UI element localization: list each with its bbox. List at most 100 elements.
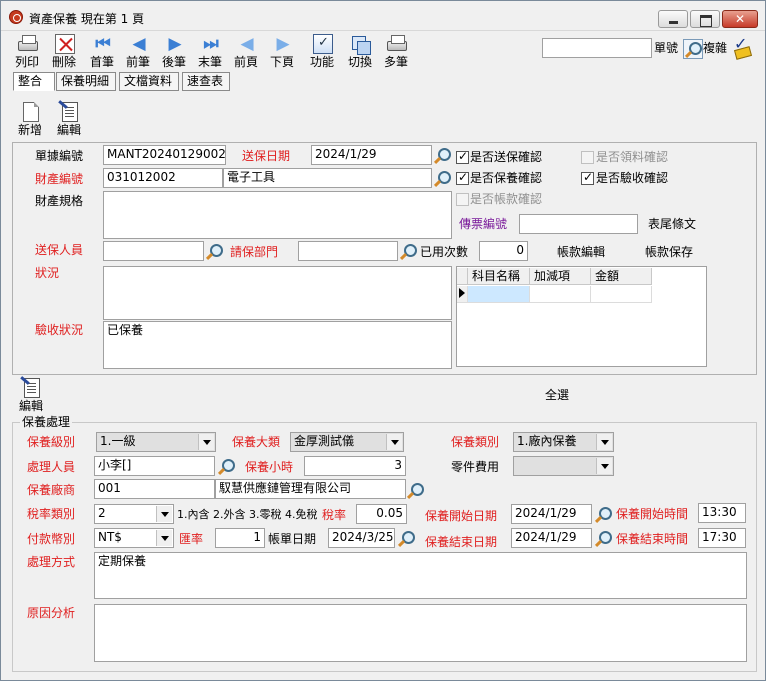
- grid-cell[interactable]: [530, 286, 591, 303]
- status-field[interactable]: [103, 266, 452, 320]
- sender-label: 送保人員: [35, 243, 84, 257]
- maximize-button[interactable]: [690, 10, 720, 28]
- type-select[interactable]: 1.廠內保養: [513, 432, 614, 452]
- last-icon: ⏭: [203, 34, 219, 54]
- switch-button[interactable]: 切換: [343, 33, 377, 71]
- start-time-field[interactable]: 13:30: [698, 503, 746, 523]
- level-select[interactable]: 1.一級: [96, 432, 216, 452]
- asset-lookup-icon[interactable]: [433, 169, 451, 187]
- exchange-rate-label: 匯率: [179, 532, 204, 546]
- tax-type-select[interactable]: 2: [94, 504, 174, 524]
- add-button[interactable]: 新增: [13, 102, 47, 142]
- function-button[interactable]: 功能: [305, 33, 339, 71]
- end-date-field[interactable]: 2024/1/29: [511, 528, 592, 548]
- start-date-lookup-icon[interactable]: [594, 505, 612, 523]
- last-record-button[interactable]: ⏭ 末筆: [193, 33, 227, 71]
- used-count-field[interactable]: 0: [479, 241, 528, 261]
- asset-name-field[interactable]: 電子工具: [223, 168, 432, 188]
- vendor-name-field[interactable]: 馭慧供應鏈管理有限公司: [215, 479, 406, 499]
- level-label: 保養級別: [27, 435, 76, 449]
- multi-record-button[interactable]: 多筆: [379, 33, 413, 71]
- handler-lookup-icon[interactable]: [217, 457, 235, 475]
- exchange-rate-field[interactable]: 1: [215, 528, 265, 548]
- tab-quick-lookup[interactable]: 速查表: [182, 72, 230, 91]
- asset-no-field[interactable]: 031012002: [103, 168, 223, 188]
- category-select[interactable]: 金厚測試儀: [290, 432, 404, 452]
- grid-header-adjust[interactable]: 加減項: [530, 268, 591, 285]
- print-button[interactable]: 列印: [10, 33, 44, 71]
- method-field[interactable]: 定期保養: [94, 552, 747, 599]
- doc-no-field[interactable]: MANT20240129002: [103, 145, 226, 165]
- start-date-field[interactable]: 2024/1/29: [511, 504, 592, 524]
- asset-spec-field[interactable]: [103, 191, 452, 239]
- sender-field[interactable]: [103, 241, 204, 261]
- account-edit-button[interactable]: 帳款編輯: [557, 244, 605, 260]
- dept-field[interactable]: [298, 241, 398, 261]
- end-time-field[interactable]: 17:30: [698, 528, 746, 548]
- dept-label: 請保部門: [230, 245, 279, 259]
- edit-button[interactable]: 編輯: [52, 102, 86, 142]
- maint-confirm-checkbox[interactable]: [456, 170, 469, 185]
- tab-documents[interactable]: 文檔資料: [119, 72, 179, 91]
- grid-cell[interactable]: [591, 286, 652, 303]
- select-all-button[interactable]: 全選: [545, 387, 569, 403]
- next-page-button[interactable]: ▶ 下頁: [265, 33, 299, 71]
- vendor-code-field[interactable]: 001: [94, 479, 215, 499]
- method-label: 處理方式: [27, 555, 76, 569]
- delete-button[interactable]: 刪除: [47, 33, 81, 71]
- voucher-no-field[interactable]: [519, 214, 638, 234]
- vendor-lookup-icon[interactable]: [406, 481, 424, 499]
- close-button[interactable]: ✕: [722, 10, 758, 28]
- bill-date-field[interactable]: 2024/3/25: [328, 528, 395, 548]
- chevron-down-icon: [386, 434, 402, 450]
- accept-status-field[interactable]: 已保養: [103, 321, 452, 369]
- search-icon[interactable]: [683, 39, 703, 59]
- type-value: 1.廠內保養: [517, 434, 577, 448]
- account-grid[interactable]: 科目名稱 加減項 金額: [456, 266, 707, 367]
- next-record-button[interactable]: ▶ 後筆: [157, 33, 191, 71]
- send-date-label: 送保日期: [242, 149, 291, 163]
- section-edit-button[interactable]: 編輯: [14, 378, 48, 418]
- prev-page-button[interactable]: ◀ 前頁: [229, 33, 263, 71]
- tax-rate-label: 稅率: [322, 508, 347, 522]
- end-date-lookup-icon[interactable]: [594, 529, 612, 547]
- account-confirm-checkbox: [456, 193, 469, 206]
- accept-confirm-checkbox[interactable]: [581, 170, 594, 185]
- handler-field[interactable]: 小李[]: [94, 456, 215, 476]
- tab-integrated[interactable]: 整合: [13, 72, 55, 91]
- first-record-button[interactable]: ⏮ 首筆: [85, 33, 119, 71]
- asset-no-label: 財產編號: [35, 172, 84, 186]
- function-label: 功能: [309, 55, 334, 69]
- search-input[interactable]: [542, 38, 652, 58]
- grid-header-amount[interactable]: 金額: [591, 268, 652, 285]
- hours-field[interactable]: 3: [304, 456, 406, 476]
- sender-lookup-icon[interactable]: [205, 242, 223, 260]
- cause-field[interactable]: [94, 604, 747, 662]
- cause-label: 原因分析: [27, 606, 76, 620]
- close-icon: ✕: [734, 12, 746, 26]
- bill-date-lookup-icon[interactable]: [397, 529, 415, 547]
- send-confirm-checkbox[interactable]: [456, 149, 469, 164]
- complex-search-label[interactable]: 複雜: [703, 40, 727, 56]
- app-icon: [9, 10, 23, 24]
- grid-cell[interactable]: [468, 286, 530, 303]
- asset-spec-label: 財產規格: [35, 194, 84, 208]
- tax-rate-field[interactable]: 0.05: [356, 504, 407, 524]
- batch-check-icon[interactable]: [732, 34, 754, 60]
- chevron-down-icon: [198, 434, 214, 450]
- parts-fee-select[interactable]: [513, 456, 614, 476]
- send-date-field[interactable]: 2024/1/29: [311, 145, 432, 165]
- send-date-lookup-icon[interactable]: [433, 146, 451, 164]
- account-save-button[interactable]: 帳款保存: [645, 244, 693, 260]
- footer-text-button[interactable]: 表尾條文: [648, 216, 696, 232]
- doc-no-label: 單據編號: [35, 149, 84, 163]
- start-time-label: 保養開始時間: [616, 507, 689, 521]
- prev-record-button[interactable]: ◀ 前筆: [121, 33, 155, 71]
- grid-header-account[interactable]: 科目名稱: [468, 268, 530, 285]
- voucher-no-label: 傳票編號: [459, 217, 508, 231]
- minimize-button[interactable]: [658, 10, 688, 28]
- dept-lookup-icon[interactable]: [399, 242, 417, 260]
- hours-label: 保養小時: [245, 460, 294, 474]
- currency-select[interactable]: NT$: [94, 528, 174, 548]
- tab-maint-detail[interactable]: 保養明細: [56, 72, 116, 91]
